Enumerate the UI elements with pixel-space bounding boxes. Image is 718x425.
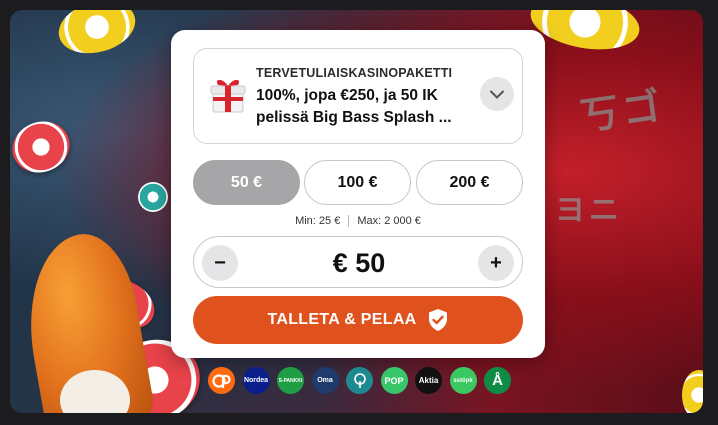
- neon-sign-decoration: 丂ゴ: [578, 85, 668, 139]
- casino-chip-decoration: [682, 370, 703, 413]
- casino-chip-decoration: [138, 182, 168, 212]
- bank-logo-saastopankki-2: sstöpk: [449, 367, 477, 394]
- promo-title: 100%, jopa €250, ja 50 IK pelissä Big Ba…: [256, 87, 452, 126]
- expand-promo-button[interactable]: [480, 77, 514, 111]
- deposit-limits: Min: 25 € Max: 2 000 €: [171, 215, 545, 228]
- decrease-button[interactable]: −: [202, 245, 238, 281]
- bank-logo-op: [208, 367, 235, 394]
- max-limit: Max: 2 000 €: [357, 215, 421, 227]
- promo-kicker: TERVETULIAISKASINOPAKETTI: [256, 66, 453, 80]
- deposit-and-play-label: TALLETA & PELAA: [267, 311, 417, 328]
- amount-stepper: € 50 − +: [193, 236, 523, 288]
- amount-option-50[interactable]: 50 €: [193, 160, 300, 205]
- increase-button[interactable]: +: [478, 245, 514, 281]
- neon-sign-decoration: ヨニ: [555, 194, 623, 227]
- min-limit: Min: 25 €: [295, 215, 341, 227]
- bank-logo-handelsbanken: [346, 367, 373, 394]
- divider: [348, 215, 350, 228]
- chevron-down-icon: [490, 90, 504, 99]
- welcome-bonus-selector[interactable]: TERVETULIAISKASINOPAKETTI 100%, jopa €25…: [193, 48, 523, 144]
- deposit-and-play-button[interactable]: TALLETA & PELAA: [193, 296, 523, 344]
- casino-chip-decoration: [52, 10, 142, 62]
- amount-option-100[interactable]: 100 €: [304, 160, 411, 205]
- amount-input[interactable]: € 50: [194, 237, 524, 289]
- casino-chip-decoration: [10, 113, 77, 181]
- bank-logo-nordea: Nordea: [242, 367, 270, 394]
- bank-logo-oma: Oma: [311, 367, 339, 394]
- tree-logo-icon: [353, 372, 366, 388]
- shield-check-icon: [428, 309, 447, 331]
- deposit-panel: TERVETULIAISKASINOPAKETTI 100%, jopa €25…: [171, 30, 545, 358]
- bank-logo-aktia: Aktia: [415, 367, 442, 394]
- bank-logo-saastopankki: S-PANKKI: [277, 367, 304, 394]
- bank-logo-pop: POP: [380, 367, 408, 394]
- bank-logo-alandsbanken: Å: [484, 367, 511, 394]
- bank-logos: Nordea S-PANKKI Oma POP Aktia sstöpk Å: [208, 367, 511, 395]
- amount-option-200[interactable]: 200 €: [416, 160, 523, 205]
- op-logo-icon: [211, 373, 231, 388]
- gift-icon: [210, 79, 246, 113]
